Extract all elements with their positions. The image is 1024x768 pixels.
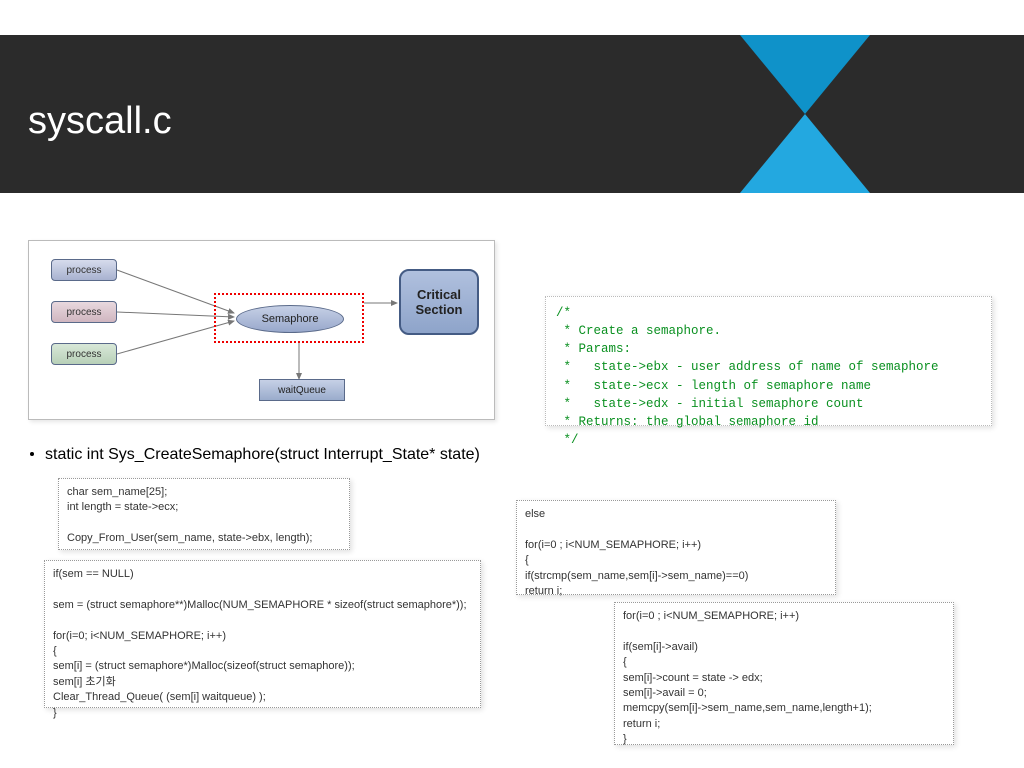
code-block-null-case: if(sem == NULL) sem = (struct semaphore*… — [44, 560, 481, 708]
bullet-icon — [30, 452, 34, 456]
critical-label-2: Section — [416, 302, 463, 317]
critical-label-1: Critical — [417, 287, 461, 302]
semaphore-diagram: process process process Semaphore Critic… — [28, 240, 495, 420]
semaphore-outline: Semaphore — [214, 293, 364, 343]
slide-title: syscall.c — [28, 100, 172, 143]
process-box-1: process — [51, 259, 117, 281]
process-box-3: process — [51, 343, 117, 365]
code-block-else-case: else for(i=0 ; i<NUM_SEMAPHORE; i++) { i… — [516, 500, 836, 595]
process-box-2: process — [51, 301, 117, 323]
waitqueue-node: waitQueue — [259, 379, 345, 401]
function-signature: static int Sys_CreateSemaphore(struct In… — [45, 446, 480, 464]
semaphore-node: Semaphore — [236, 305, 344, 333]
critical-section-node: Critical Section — [399, 269, 479, 335]
code-block-init: char sem_name[25]; int length = state->e… — [58, 478, 350, 550]
code-block-avail-loop: for(i=0 ; i<NUM_SEMAPHORE; i++) if(sem[i… — [614, 602, 954, 745]
doc-comment-block: /* * Create a semaphore. * Params: * sta… — [545, 296, 992, 426]
